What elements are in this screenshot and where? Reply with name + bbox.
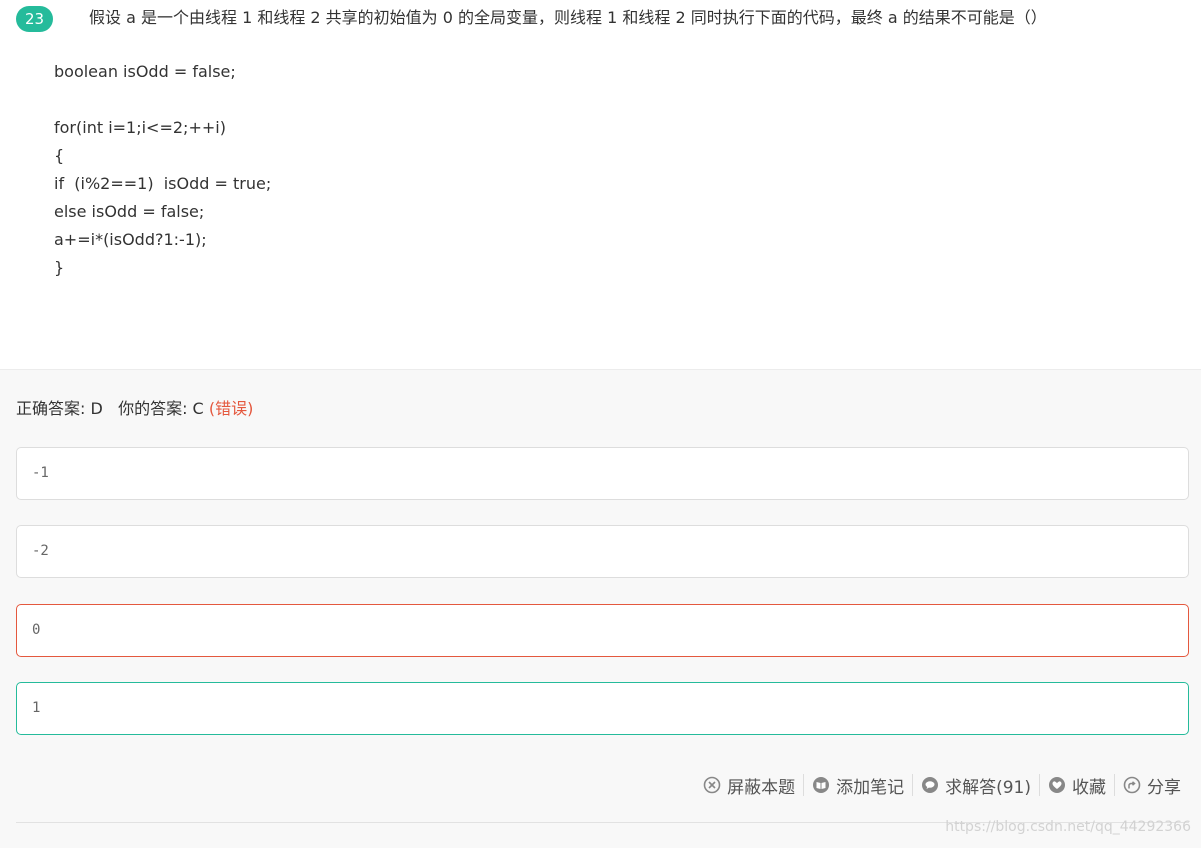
code-line: if (i%2==1) isOdd = true; <box>54 174 272 193</box>
option-b[interactable]: -2 <box>16 525 1189 578</box>
heart-icon <box>1049 777 1065 793</box>
favorite-button[interactable]: 收藏 <box>1040 773 1114 798</box>
code-line: else isOdd = false; <box>54 202 205 221</box>
option-c[interactable]: 0 <box>16 604 1189 657</box>
code-line: for(int i=1;i<=2;++i) <box>54 118 226 137</box>
code-line: a+=i*(isOdd?1:-1); <box>54 230 207 249</box>
ask-answer-button[interactable]: 求解答(91) <box>913 773 1039 798</box>
share-label: 分享 <box>1147 777 1181 798</box>
add-note-button[interactable]: 添加笔记 <box>804 773 912 798</box>
wrong-mark: (错误) <box>208 399 254 418</box>
question-actions: 屏蔽本题 添加笔记 求解答(91) 收藏 分享 <box>695 770 1189 800</box>
add-note-label: 添加笔记 <box>836 777 905 798</box>
notebook-icon <box>813 777 830 793</box>
hide-question-button[interactable]: 屏蔽本题 <box>695 773 803 798</box>
share-button[interactable]: 分享 <box>1115 773 1189 798</box>
correct-answer-label: 正确答案: D <box>16 399 103 418</box>
close-circle-icon <box>703 776 721 794</box>
answer-result: 正确答案: D 你的答案: C (错误) <box>16 399 253 419</box>
your-answer-label: 你的答案: C <box>118 399 204 418</box>
option-a[interactable]: -1 <box>16 447 1189 500</box>
option-text: 1 <box>32 700 41 716</box>
code-line: } <box>54 258 65 277</box>
answer-panel: 正确答案: D 你的答案: C (错误) -1 -2 0 1 屏蔽本题 添加笔记 <box>0 369 1201 848</box>
watermark-text: https://blog.csdn.net/qq_44292366 <box>945 819 1191 835</box>
question-panel: 23 假设 a 是一个由线程 1 和线程 2 共享的初始值为 0 的全局变量，则… <box>0 0 1201 369</box>
code-line: { <box>54 146 65 165</box>
option-text: -2 <box>32 543 49 559</box>
option-text: 0 <box>32 622 41 638</box>
favorite-label: 收藏 <box>1072 777 1106 798</box>
option-text: -1 <box>32 465 49 481</box>
hide-question-label: 屏蔽本题 <box>727 777 796 798</box>
share-icon <box>1123 776 1141 794</box>
code-line: boolean isOdd = false; <box>54 62 236 81</box>
chat-bubble-icon <box>922 777 939 793</box>
question-number-badge: 23 <box>16 6 53 32</box>
ask-answer-label: 求解答(91) <box>945 777 1031 798</box>
question-text: 假设 a 是一个由线程 1 和线程 2 共享的初始值为 0 的全局变量，则线程 … <box>89 8 1047 27</box>
option-d[interactable]: 1 <box>16 682 1189 735</box>
